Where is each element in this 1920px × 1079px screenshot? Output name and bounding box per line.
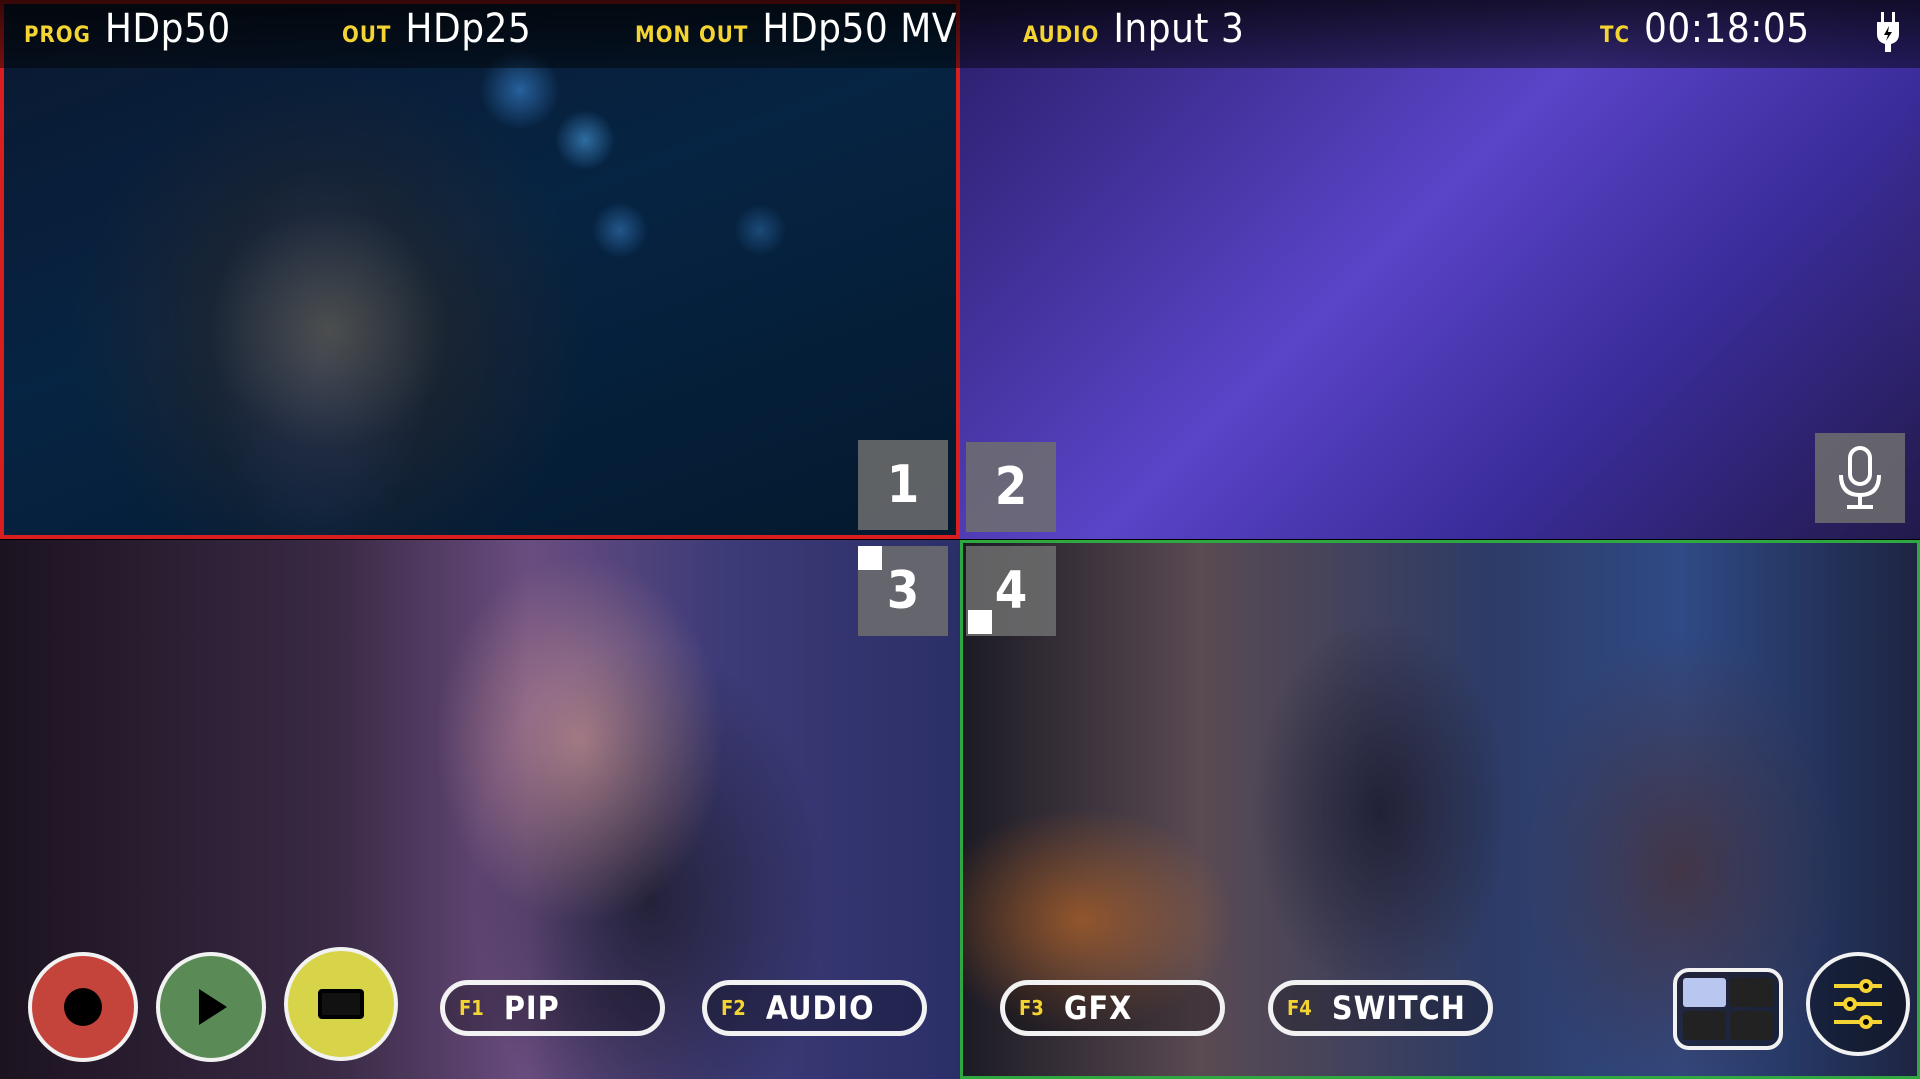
- microphone-icon: [1839, 446, 1881, 509]
- input-1-tile[interactable]: 1: [858, 440, 948, 530]
- pip-indicator-icon: [968, 610, 992, 634]
- tc-label: TC: [1600, 23, 1631, 48]
- out-format: OUT HDp25: [342, 6, 531, 52]
- play-icon: [199, 989, 227, 1025]
- record-icon: [64, 988, 102, 1026]
- status-bar: PROG HDp50 OUT HDp25 MON OUT HDp50 MV AU…: [0, 0, 1920, 68]
- power-plug-icon: [1877, 12, 1899, 52]
- audio-label: AUDIO: [1023, 23, 1100, 48]
- f3-button-label: GFX: [1063, 989, 1133, 1027]
- audio-value: Input 3: [1113, 6, 1245, 52]
- out-label: OUT: [342, 23, 392, 48]
- layout-cell-icon: [1730, 1011, 1773, 1040]
- f4-switch-button[interactable]: F4 SWITCH: [1268, 980, 1493, 1036]
- out-value: HDp25: [405, 6, 532, 52]
- mon-out-label: MON OUT: [635, 23, 749, 48]
- f2-button-label: AUDIO: [765, 989, 875, 1027]
- mon-out-format: MON OUT HDp50 MV: [635, 6, 957, 52]
- f3-gfx-button[interactable]: F3 GFX: [1000, 980, 1225, 1036]
- camera-2-feed[interactable]: [960, 0, 1920, 539]
- f2-audio-button[interactable]: F2 AUDIO: [702, 980, 927, 1036]
- f2-key-label: F2: [721, 996, 746, 1020]
- layout-cell-icon: [1683, 978, 1726, 1007]
- layout-cell-icon: [1730, 978, 1773, 1007]
- audio-source: AUDIO Input 3: [1023, 6, 1244, 52]
- settings-button[interactable]: [1806, 952, 1910, 1056]
- sliders-icon: [1834, 979, 1882, 1029]
- mon-out-value: HDp50 MV: [762, 6, 957, 52]
- stop-button[interactable]: [284, 947, 398, 1061]
- record-button[interactable]: [28, 952, 138, 1062]
- microphone-button[interactable]: [1815, 433, 1905, 523]
- prog-format: PROG HDp50: [24, 6, 231, 52]
- f1-key-label: F1: [459, 996, 484, 1020]
- layout-button[interactable]: [1673, 968, 1783, 1050]
- pip-indicator-icon: [858, 546, 882, 570]
- stop-icon: [318, 989, 364, 1019]
- prog-value: HDp50: [104, 6, 231, 52]
- f4-button-label: SWITCH: [1331, 989, 1466, 1027]
- prog-label: PROG: [24, 23, 91, 48]
- camera-1-feed[interactable]: [0, 0, 960, 539]
- f3-key-label: F3: [1019, 996, 1044, 1020]
- play-button[interactable]: [156, 952, 266, 1062]
- f4-key-label: F4: [1287, 996, 1312, 1020]
- layout-cell-icon: [1683, 1011, 1726, 1040]
- input-2-tile[interactable]: 2: [966, 442, 1056, 532]
- tc-value: 00:18:05: [1644, 6, 1810, 52]
- f1-button-label: PIP: [503, 989, 560, 1027]
- timecode: TC 00:18:05: [1600, 6, 1810, 52]
- f1-pip-button[interactable]: F1 PIP: [440, 980, 665, 1036]
